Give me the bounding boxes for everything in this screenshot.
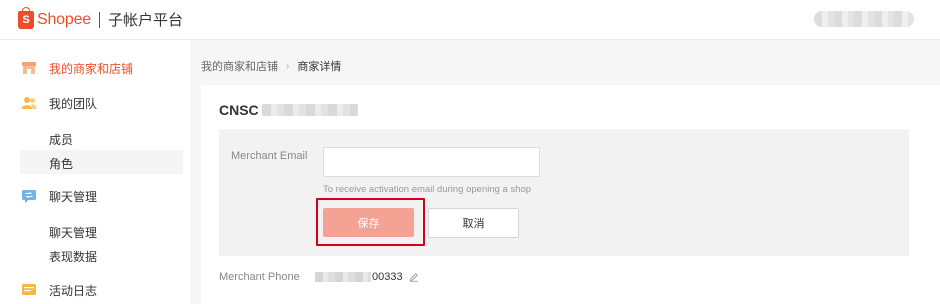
merchant-email-input[interactable] <box>323 147 540 177</box>
cancel-button[interactable]: 取消 <box>428 208 519 238</box>
sidebar-subitem-label: 聊天管理 <box>49 226 98 240</box>
merchant-name-prefix: CNSC <box>219 102 259 118</box>
phone-suffix: 00333 <box>372 271 403 283</box>
sidebar-subitem-label: 成员 <box>49 133 74 147</box>
top-bar: S Shopee 子帐户平台 <box>0 0 940 40</box>
sidebar-item-my-team[interactable]: 我的团队 <box>0 91 190 115</box>
store-icon <box>22 62 36 74</box>
shopee-logo[interactable]: S Shopee 子帐户平台 <box>18 6 183 30</box>
sidebar-item-label: 聊天管理 <box>49 189 98 204</box>
sidebar-subitem-chat-management[interactable]: 聊天管理 <box>20 219 183 243</box>
shopee-bag-icon: S <box>18 6 34 29</box>
sidebar-item-activity-log[interactable]: 活动日志 <box>0 278 190 302</box>
email-edit-panel: Merchant Email To receive activation ema… <box>219 129 909 256</box>
merchant-details-card: CNSC Merchant Email To receive activatio… <box>201 85 940 304</box>
sidebar-subitem-members[interactable]: 成员 <box>20 126 183 150</box>
sidebar-subitem-label: 角色 <box>49 157 74 171</box>
redacted-merchant-name <box>261 104 358 116</box>
merchant-phone-value: 00333 <box>315 271 419 283</box>
chat-icon <box>22 190 36 203</box>
sidebar-item-my-merchant-shops[interactable]: 我的商家和店铺 <box>0 56 190 80</box>
sidebar-subitem-roles[interactable]: 角色 <box>20 150 183 174</box>
sidebar-item-chat-management[interactable]: 聊天管理 <box>0 184 190 208</box>
team-icon <box>21 97 37 109</box>
merchant-name-title: CNSC <box>219 102 358 118</box>
merchant-email-label: Merchant Email <box>231 150 308 162</box>
chevron-right-icon: › <box>286 60 290 72</box>
breadcrumb: 我的商家和店铺 › 商家详情 <box>201 58 341 74</box>
save-button[interactable]: 保存 <box>323 208 414 237</box>
log-icon <box>22 284 36 295</box>
user-account-menu[interactable] <box>814 11 914 27</box>
pencil-edit-icon[interactable] <box>409 272 419 282</box>
breadcrumb-current: 商家详情 <box>297 61 342 73</box>
sidebar: 我的商家和店铺 我的团队 成员 角色 聊天管理 聊天管理 表现数据 活动日志 <box>0 40 190 304</box>
platform-title: 子帐户平台 <box>107 12 183 29</box>
sidebar-subitem-label: 表现数据 <box>49 250 98 264</box>
sidebar-item-label: 我的商家和店铺 <box>49 61 134 76</box>
sidebar-item-label: 活动日志 <box>49 283 98 298</box>
sidebar-item-label: 我的团队 <box>49 96 98 111</box>
breadcrumb-parent-link[interactable]: 我的商家和店铺 <box>201 58 278 74</box>
redacted-phone-digits <box>315 272 371 282</box>
brand-name: Shopee <box>37 10 91 28</box>
sidebar-subitem-performance-data[interactable]: 表现数据 <box>20 243 183 267</box>
email-hint-text: To receive activation email during openi… <box>323 184 532 195</box>
merchant-phone-label: Merchant Phone <box>219 271 300 283</box>
logo-divider <box>98 11 100 28</box>
